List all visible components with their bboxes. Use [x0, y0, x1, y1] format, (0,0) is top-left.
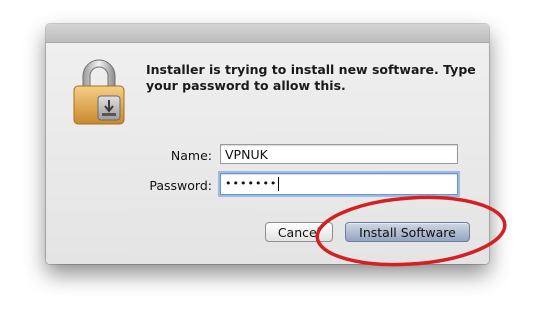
password-field[interactable]: •••••••	[220, 173, 458, 195]
text-caret	[278, 177, 280, 191]
dialog-titlebar[interactable]	[46, 24, 489, 43]
name-label: Name:	[170, 148, 212, 163]
authentication-dialog: Installer is trying to install new softw…	[46, 24, 489, 264]
password-dots: •••••••	[225, 177, 278, 190]
lock-icon	[73, 59, 125, 125]
name-field[interactable]: VPNUK	[220, 144, 458, 164]
password-label: Password:	[149, 178, 212, 193]
dialog-message: Installer is trying to install new softw…	[146, 62, 476, 93]
cancel-button[interactable]: Cancel	[265, 222, 333, 242]
install-software-button[interactable]: Install Software	[345, 222, 470, 242]
